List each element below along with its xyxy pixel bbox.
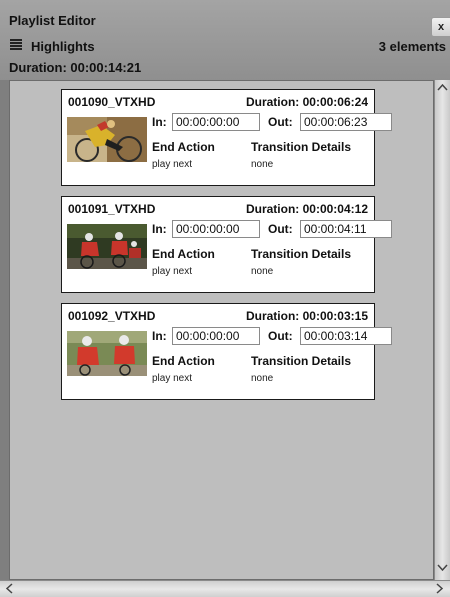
clip-name: 001092_VTXHD bbox=[68, 309, 156, 323]
clip-thumbnail[interactable] bbox=[67, 331, 147, 376]
playlist-duration: Duration: 00:00:14:21 bbox=[9, 60, 142, 75]
end-action-value[interactable]: play next bbox=[152, 266, 192, 277]
playlist-editor-panel: Playlist Editor x Highlights 3 elements … bbox=[0, 0, 450, 597]
panel-header: Playlist Editor x Highlights 3 elements … bbox=[0, 0, 450, 80]
chevron-up-icon[interactable] bbox=[437, 83, 448, 94]
out-label: Out: bbox=[268, 222, 293, 236]
end-action-value[interactable]: play next bbox=[152, 373, 192, 384]
clip-thumbnail[interactable] bbox=[67, 224, 147, 269]
transition-value[interactable]: none bbox=[251, 266, 273, 277]
clip-duration: Duration: 00:00:04:12 bbox=[245, 202, 368, 216]
vertical-scrollbar[interactable] bbox=[434, 80, 450, 580]
out-point-field[interactable] bbox=[300, 220, 392, 238]
transition-details-label: Transition Details bbox=[251, 354, 352, 368]
clip-card[interactable]: 001090_VTXHD Duration: 00:00:06:24 In: O… bbox=[61, 89, 392, 186]
clip-name: 001091_VTXHD bbox=[68, 202, 156, 216]
in-label: In: bbox=[152, 329, 167, 343]
clip-duration: Duration: 00:00:03:15 bbox=[245, 309, 368, 323]
in-label: In: bbox=[152, 115, 167, 129]
out-label: Out: bbox=[268, 115, 293, 129]
end-action-label: End Action bbox=[152, 354, 215, 368]
out-label: Out: bbox=[268, 329, 293, 343]
chevron-right-icon[interactable] bbox=[436, 583, 444, 596]
chevron-down-icon[interactable] bbox=[437, 564, 448, 575]
transition-value[interactable]: none bbox=[251, 159, 273, 170]
end-action-value[interactable]: play next bbox=[152, 159, 192, 170]
horizontal-scrollbar[interactable] bbox=[0, 580, 450, 597]
in-point-field[interactable] bbox=[172, 113, 260, 131]
playlist-name: Highlights bbox=[31, 39, 95, 54]
close-button[interactable]: x bbox=[431, 17, 450, 37]
in-point-field[interactable] bbox=[172, 220, 260, 238]
end-action-label: End Action bbox=[152, 247, 215, 261]
panel-title: Playlist Editor bbox=[9, 13, 96, 28]
out-point-field[interactable] bbox=[300, 327, 392, 345]
transition-value[interactable]: none bbox=[251, 373, 273, 384]
chevron-left-icon[interactable] bbox=[5, 583, 13, 596]
element-count: 3 elements bbox=[378, 39, 446, 54]
clip-card[interactable]: 001091_VTXHD Duration: 00:00:04:12 In: O… bbox=[61, 196, 392, 293]
clip-thumbnail[interactable] bbox=[67, 117, 147, 162]
in-point-field[interactable] bbox=[172, 327, 260, 345]
list-icon[interactable] bbox=[10, 39, 22, 52]
clip-duration: Duration: 00:00:06:24 bbox=[245, 95, 368, 109]
clip-name: 001090_VTXHD bbox=[68, 95, 156, 109]
transition-details-label: Transition Details bbox=[251, 140, 352, 154]
end-action-label: End Action bbox=[152, 140, 215, 154]
in-label: In: bbox=[152, 222, 167, 236]
transition-details-label: Transition Details bbox=[251, 247, 352, 261]
clip-card[interactable]: 001092_VTXHD Duration: 00:00:03:15 In: O… bbox=[61, 303, 392, 400]
out-point-field[interactable] bbox=[300, 113, 392, 131]
